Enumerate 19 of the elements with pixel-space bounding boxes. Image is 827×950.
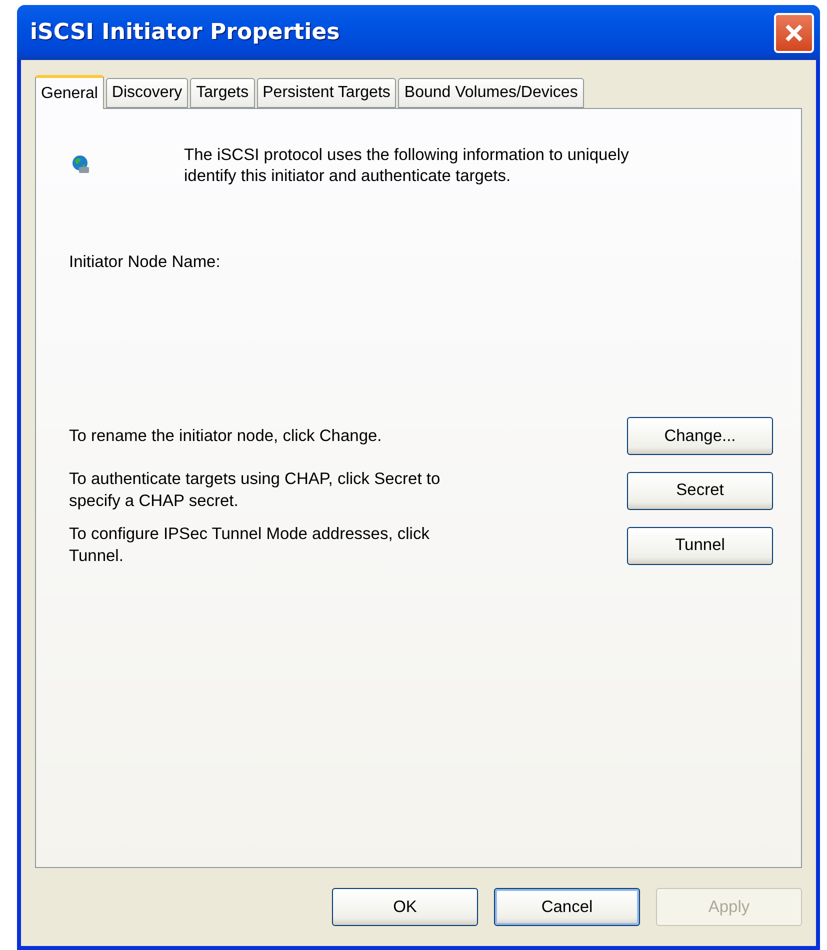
tab[interactable]: Targets [190, 78, 255, 108]
tab[interactable]: Persistent Targets [256, 78, 396, 108]
instruction-text: To authenticate targets using CHAP, click Secret to specify a CHAP secret. [69, 469, 442, 512]
instruction-text: To rename the initiator node, click Change. [69, 426, 383, 447]
globe-icon [72, 155, 90, 175]
tab[interactable]: General [35, 75, 104, 109]
tab[interactable]: Bound Volumes/Devices [398, 78, 584, 108]
dialog-button[interactable]: OK [332, 888, 478, 926]
dialog-button[interactable]: Cancel [494, 888, 640, 926]
close-button[interactable] [774, 12, 814, 52]
node-name-label: Initiator Node Name: [69, 252, 222, 273]
close-icon [783, 22, 805, 44]
action-button[interactable]: Tunnel [627, 526, 773, 565]
tab[interactable]: Discovery [106, 78, 188, 108]
intro-text: The iSCSI protocol uses the following information to uniquely identify this initiator and authenticate targets. [184, 145, 630, 188]
action-button[interactable]: Change... [627, 417, 773, 456]
instruction-text: To configure IPSec Tunnel Mode addresses, click Tunnel. [69, 524, 430, 567]
action-button[interactable]: Secret [627, 472, 773, 510]
window-title: iSCSI Initiator Properties [30, 20, 340, 45]
